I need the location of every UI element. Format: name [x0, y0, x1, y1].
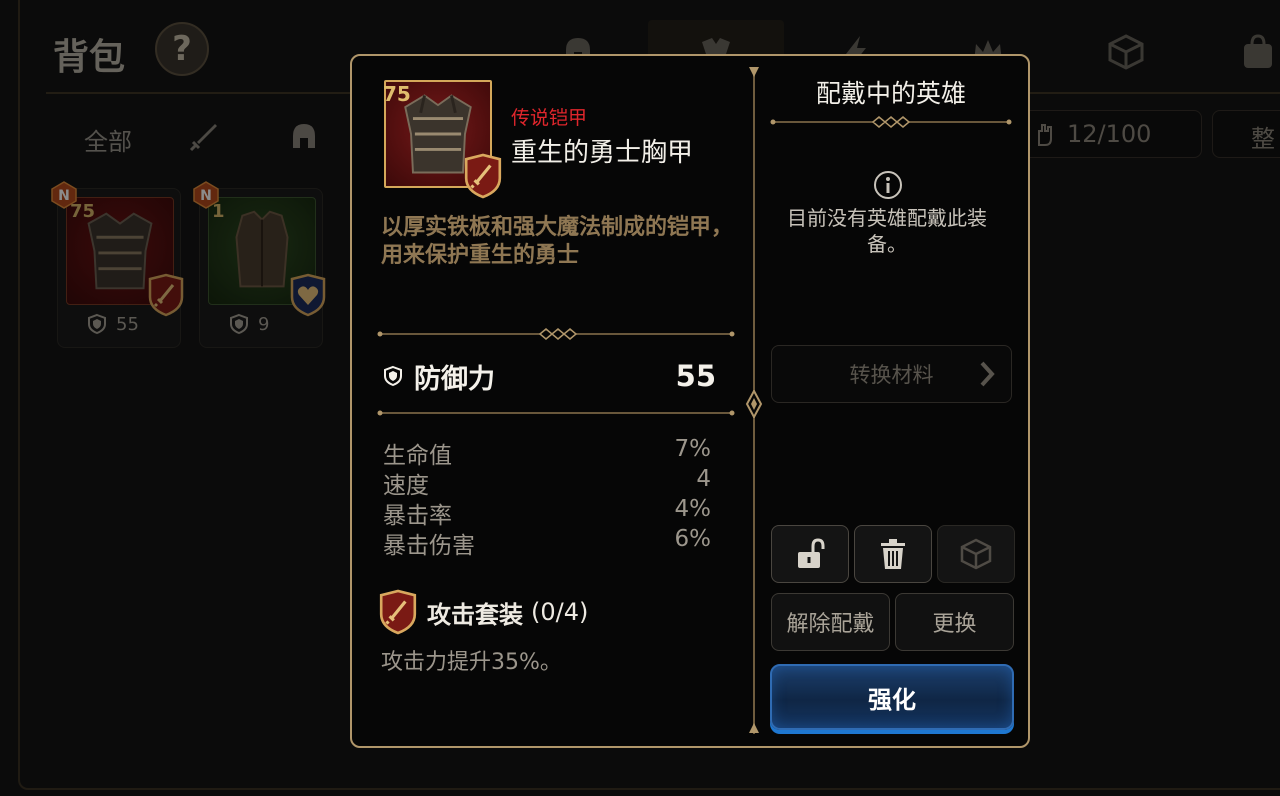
- attack-set-icon: [379, 589, 417, 635]
- shield-icon: [384, 365, 402, 387]
- section-divider: [377, 328, 735, 340]
- info-icon: [874, 171, 902, 199]
- main-stat-label: 防御力: [414, 363, 495, 395]
- divider-cap-bottom: [749, 723, 759, 733]
- sub-stats-list: 生命值 7% 速度 4 暴击率 4% 暴击伤害 6%: [383, 436, 711, 559]
- set-bonus-header: 攻击套装 (0/4): [377, 588, 588, 636]
- trash-icon: [881, 539, 905, 569]
- sub-stat-row: 速度 4: [383, 466, 711, 499]
- unlock-icon: [798, 538, 825, 568]
- sub-stat-row: 暴击伤害 6%: [383, 526, 711, 559]
- divider-cap-top: [749, 67, 759, 77]
- item-level: 75: [383, 82, 411, 106]
- replace-button[interactable]: 更换: [895, 593, 1014, 651]
- enhance-button[interactable]: 强化: [770, 664, 1014, 730]
- attack-set-icon: [464, 153, 502, 199]
- item-name: 重生的勇士胸甲: [511, 138, 694, 168]
- convert-material-button[interactable]: 转换材料: [771, 345, 1012, 403]
- divider-ornament: [745, 390, 763, 418]
- convert-material-label: 转换材料: [849, 363, 934, 387]
- title-divider: [770, 116, 1012, 128]
- lock-button[interactable]: [771, 525, 849, 583]
- sub-stat-row: 生命值 7%: [383, 436, 711, 469]
- set-progress: (0/4): [531, 598, 589, 626]
- main-stat: 防御力 55: [382, 357, 716, 395]
- cube-icon: [960, 538, 992, 570]
- delete-button[interactable]: [854, 525, 932, 583]
- extract-button[interactable]: [937, 525, 1015, 583]
- chevron-right-icon: [980, 361, 995, 387]
- main-stat-value: 55: [675, 359, 716, 393]
- item-description: 以厚实铁板和强大魔法制成的铠甲，用来保护重生的勇士: [381, 215, 734, 268]
- set-effect: 攻击力提升35%。: [381, 650, 562, 675]
- stat-divider: [377, 410, 735, 416]
- unequip-button[interactable]: 解除配戴: [771, 593, 890, 651]
- no-hero-message: 目前没有英雄配戴此装备。: [787, 206, 987, 256]
- set-name: 攻击套装: [427, 600, 523, 629]
- item-rarity: 传说铠甲: [511, 107, 588, 129]
- equipped-hero-title: 配戴中的英雄: [815, 79, 966, 108]
- sub-stat-row: 暴击率 4%: [383, 496, 711, 529]
